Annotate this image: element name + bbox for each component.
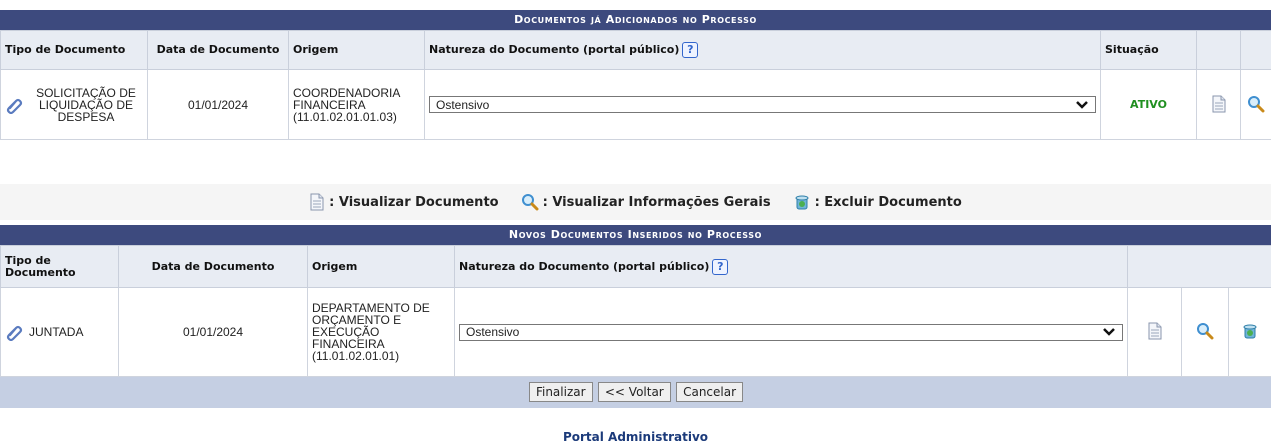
status-badge: ATIVO — [1130, 98, 1167, 111]
table-row: SOLICITAÇÃO DE LIQUIDAÇÃO DE DESPESA 01/… — [1, 70, 1271, 140]
chevron-down-icon — [1075, 100, 1089, 110]
legend-view-info: : Visualizar Informações Gerais — [521, 193, 771, 211]
icon-legend: : Visualizar Documento : Visualizar Info… — [0, 184, 1271, 220]
new-documents-table: Tipo de Documento Data de Documento Orig… — [0, 245, 1271, 408]
cell-info — [1241, 70, 1271, 140]
cell-natureza: Ostensivo — [455, 288, 1128, 377]
legend-view-document-label: : Visualizar Documento — [329, 195, 498, 210]
help-icon[interactable]: ? — [712, 259, 728, 275]
cell-data: 01/01/2024 — [119, 288, 308, 377]
cell-delete — [1229, 288, 1271, 377]
tipo-text: JUNTADA — [29, 326, 83, 338]
cell-tipo: JUNTADA — [1, 288, 119, 377]
col-natureza: Natureza do Documento (portal público)? — [425, 31, 1101, 70]
cell-natureza: Ostensivo — [425, 70, 1101, 140]
paperclip-icon — [5, 96, 23, 114]
paperclip-icon — [5, 323, 23, 341]
col-data: Data de Documento — [119, 246, 308, 288]
cell-situacao: ATIVO — [1101, 70, 1197, 140]
col-origem: Origem — [308, 246, 455, 288]
natureza-value: Ostensivo — [466, 326, 519, 338]
help-icon[interactable]: ? — [682, 42, 698, 58]
cell-tipo: SOLICITAÇÃO DE LIQUIDAÇÃO DE DESPESA — [1, 70, 148, 140]
legend-delete-document-label: : Excluir Documento — [815, 195, 962, 210]
legend-view-info-label: : Visualizar Informações Gerais — [543, 195, 771, 210]
existing-documents-table: Tipo de Documento Data de Documento Orig… — [0, 30, 1271, 140]
trash-icon[interactable] — [1241, 322, 1259, 340]
cell-origem: COORDENADORIA FINANCEIRA (11.01.02.01.01… — [289, 70, 425, 140]
button-bar: Finalizar << Voltar Cancelar — [1, 377, 1271, 408]
col-empty-1 — [1197, 31, 1241, 70]
magnifier-icon[interactable] — [1196, 322, 1214, 340]
button-bar-cell: Finalizar << Voltar Cancelar — [1, 377, 1271, 408]
magnifier-icon[interactable] — [1247, 95, 1265, 113]
trash-icon — [793, 193, 811, 211]
natureza-select[interactable]: Ostensivo — [459, 324, 1123, 341]
document-icon — [309, 193, 325, 211]
cell-data: 01/01/2024 — [148, 70, 289, 140]
cell-view — [1128, 288, 1182, 377]
col-empty-2 — [1241, 31, 1271, 70]
tipo-text: SOLICITAÇÃO DE LIQUIDAÇÃO DE DESPESA — [29, 87, 143, 123]
legend-delete-document: : Excluir Documento — [793, 193, 962, 211]
cell-info — [1182, 288, 1229, 377]
voltar-button[interactable]: << Voltar — [598, 382, 671, 402]
section-existing-title: Documentos já Adicionados no Processo — [0, 10, 1271, 30]
col-tipo: Tipo de Documento — [1, 31, 148, 70]
section-new-title: Novos Documentos Inseridos no Processo — [0, 225, 1271, 245]
view-document-icon[interactable] — [1211, 95, 1227, 113]
view-document-icon[interactable] — [1147, 322, 1163, 340]
col-actions — [1128, 246, 1271, 288]
cell-view — [1197, 70, 1241, 140]
chevron-down-icon — [1102, 327, 1116, 337]
col-natureza-label: Natureza do Documento (portal público) — [459, 260, 709, 273]
finalizar-button[interactable]: Finalizar — [529, 382, 593, 402]
col-tipo: Tipo de Documento — [1, 246, 119, 288]
col-origem: Origem — [289, 31, 425, 70]
magnifier-icon — [521, 193, 539, 211]
table-row: JUNTADA 01/01/2024 DEPARTAMENTO DE ORÇAM… — [1, 288, 1271, 377]
natureza-select[interactable]: Ostensivo — [429, 96, 1096, 113]
col-situacao: Situação — [1101, 31, 1197, 70]
col-natureza: Natureza do Documento (portal público)? — [455, 246, 1128, 288]
cancelar-button[interactable]: Cancelar — [676, 382, 743, 402]
col-data: Data de Documento — [148, 31, 289, 70]
natureza-value: Ostensivo — [436, 99, 489, 111]
col-natureza-label: Natureza do Documento (portal público) — [429, 43, 679, 56]
legend-view-document: : Visualizar Documento — [309, 193, 498, 211]
cell-origem: DEPARTAMENTO DE ORÇAMENTO E EXECUÇÃO FIN… — [308, 288, 455, 377]
